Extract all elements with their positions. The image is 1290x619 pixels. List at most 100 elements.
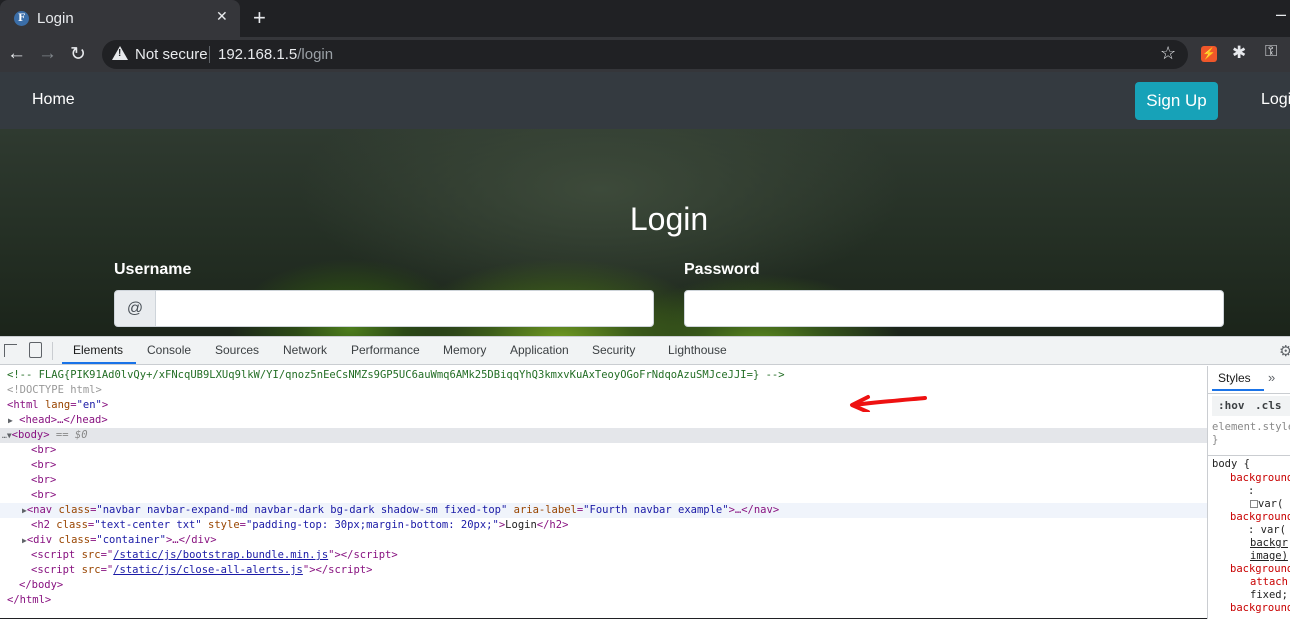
- style-prop[interactable]: background: [1230, 511, 1290, 524]
- selected-marker: == $0: [55, 429, 88, 441]
- username-input[interactable]: [155, 290, 654, 327]
- reload-icon[interactable]: ↻: [70, 43, 86, 66]
- dom-br-line[interactable]: <br>: [0, 443, 1207, 458]
- nav-class-value: "navbar navbar-expand-md navbar-dark bg-…: [96, 504, 508, 516]
- new-tab-icon[interactable]: +: [253, 5, 266, 31]
- h2-class-value: "text-center txt": [94, 519, 202, 531]
- style-prop[interactable]: attach: [1250, 576, 1288, 589]
- brave-extension-icon[interactable]: ⚡: [1201, 46, 1217, 62]
- html-lang-value: "en": [76, 399, 102, 411]
- extensions-puzzle-icon[interactable]: ✱: [1232, 43, 1246, 63]
- style-prop[interactable]: background: [1230, 602, 1290, 615]
- tab-application[interactable]: Application: [510, 343, 569, 357]
- script-src-link[interactable]: /static/js/bootstrap.bundle.min.js: [113, 549, 328, 561]
- style-value-text: var(: [1258, 498, 1284, 510]
- signup-button[interactable]: Sign Up: [1135, 82, 1218, 120]
- window-minimize-icon[interactable]: –: [1276, 4, 1286, 25]
- site-navbar: Home Sign Up Login: [0, 72, 1290, 129]
- url-path: /login: [297, 46, 334, 63]
- br-tag: <br>: [31, 459, 57, 471]
- security-label[interactable]: Not secure: [135, 46, 208, 63]
- br-tag: <br>: [31, 474, 57, 486]
- dom-script-line[interactable]: <script src="/static/js/close-all-alerts…: [0, 563, 1207, 578]
- page-viewport: Home Sign Up Login Login Username Passwo…: [0, 72, 1290, 336]
- tab-console[interactable]: Console: [147, 343, 191, 357]
- expand-triangle-icon[interactable]: ▶: [8, 416, 13, 425]
- warning-icon[interactable]: !: [112, 46, 128, 60]
- styles-rule-divider: [1208, 455, 1290, 456]
- tab-sources[interactable]: Sources: [215, 343, 259, 357]
- dom-body-close-line[interactable]: </body>: [0, 578, 1207, 593]
- browser-tab[interactable]: F Login ✕: [0, 0, 240, 37]
- dom-h2-line[interactable]: <h2 class="text-center txt" style="paddi…: [0, 518, 1207, 533]
- device-toolbar-icon[interactable]: [29, 342, 42, 358]
- dom-body-line-selected[interactable]: …▼<body> == $0: [0, 428, 1207, 443]
- style-value[interactable]: : var(: [1248, 524, 1286, 537]
- html-open-tag: <html: [7, 399, 39, 411]
- page-title: Login: [629, 201, 709, 237]
- body-rule-selector[interactable]: body {: [1212, 458, 1250, 471]
- tab-performance[interactable]: Performance: [351, 343, 420, 357]
- dom-br-line[interactable]: <br>: [0, 458, 1207, 473]
- address-bar[interactable]: ! Not secure 192.168.1.5/login ☆: [102, 40, 1188, 69]
- body-open-tag: <body>: [11, 429, 50, 441]
- flag-comment: <!-- FLAG{PIK91Ad0lvQy+/xFNcqUB9LXUq9lkW…: [7, 369, 785, 381]
- styles-pane: Styles » :hov .cls element.style { } bod…: [1207, 366, 1290, 619]
- style-value[interactable]: backgr: [1250, 537, 1288, 550]
- inspect-element-icon[interactable]: [4, 344, 17, 357]
- elements-dom-tree: <!-- FLAG{PIK91Ad0lvQy+/xFNcqUB9LXUq9lkW…: [0, 366, 1207, 619]
- tab-network[interactable]: Network: [283, 343, 327, 357]
- dom-div-line[interactable]: ▶<div class="container">…</div>: [0, 533, 1207, 548]
- style-value[interactable]: fixed;: [1250, 589, 1288, 602]
- color-swatch[interactable]: [1250, 500, 1258, 508]
- password-key-icon[interactable]: ⚿: [1265, 43, 1277, 61]
- br-tag: <br>: [31, 489, 57, 501]
- tab-close-icon[interactable]: ✕: [216, 8, 228, 25]
- dom-head-line[interactable]: ▶ <head>…</head>: [0, 413, 1207, 428]
- cls-toggle[interactable]: .cls: [1255, 399, 1282, 412]
- doctype-text: <!DOCTYPE html>: [7, 384, 102, 396]
- element-style-rule[interactable]: element.style {: [1212, 421, 1290, 434]
- tab-memory[interactable]: Memory: [443, 343, 486, 357]
- hero-background: Login Username Password @: [0, 129, 1290, 336]
- h2-text: Login: [505, 519, 537, 531]
- dom-html-line[interactable]: <html lang="en">: [0, 398, 1207, 413]
- html-lang-attr: lang: [44, 399, 71, 411]
- tab-security[interactable]: Security: [592, 343, 635, 357]
- nav-login-link[interactable]: Login: [1261, 91, 1290, 109]
- style-prop[interactable]: background: [1230, 563, 1290, 576]
- browser-tabstrip: F Login ✕ + –: [0, 0, 1290, 37]
- hov-toggle[interactable]: :hov: [1218, 399, 1245, 412]
- password-label: Password: [684, 261, 760, 278]
- script-src-link[interactable]: /static/js/close-all-alerts.js: [113, 564, 303, 576]
- styles-tab[interactable]: Styles: [1218, 371, 1251, 385]
- more-tabs-chevron-icon[interactable]: »: [1268, 370, 1275, 385]
- dom-br-line[interactable]: <br>: [0, 473, 1207, 488]
- expand-triangle-open-icon[interactable]: …▼: [2, 431, 12, 440]
- bookmark-star-icon[interactable]: ☆: [1160, 43, 1176, 64]
- html-close-tag: </html>: [7, 594, 52, 606]
- dom-script-line[interactable]: <script src="/static/js/bootstrap.bundle…: [0, 548, 1207, 563]
- tab-title: Login: [37, 10, 74, 27]
- tab-lighthouse[interactable]: Lighthouse: [668, 343, 727, 357]
- style-value[interactable]: image): [1250, 550, 1288, 563]
- dom-html-close-line[interactable]: </html>: [0, 593, 1207, 608]
- tab-elements[interactable]: Elements: [73, 343, 123, 357]
- forward-arrow-icon[interactable]: →: [38, 43, 57, 65]
- settings-gear-icon[interactable]: ⚙: [1279, 342, 1290, 360]
- dom-doctype-line[interactable]: <!DOCTYPE html>: [0, 383, 1207, 398]
- style-value[interactable]: var(: [1250, 498, 1283, 511]
- url-text[interactable]: 192.168.1.5/login: [218, 46, 333, 63]
- dom-comment-line[interactable]: <!-- FLAG{PIK91Ad0lvQy+/xFNcqUB9LXUq9lkW…: [0, 368, 1207, 383]
- back-arrow-icon[interactable]: ←: [7, 43, 26, 65]
- omnibox-divider: [209, 46, 210, 63]
- devtools-tabbar: Elements Console Sources Network Perform…: [0, 337, 1290, 365]
- dom-br-line[interactable]: <br>: [0, 488, 1207, 503]
- body-close-tag: </body>: [19, 579, 64, 591]
- dom-nav-line[interactable]: ▶<nav class="navbar navbar-expand-md nav…: [0, 503, 1207, 518]
- style-prop[interactable]: background: [1230, 472, 1290, 485]
- nav-home-link[interactable]: Home: [32, 91, 75, 109]
- password-input[interactable]: [684, 290, 1224, 327]
- h2-style-value: "padding-top: 30px;margin-bottom: 20px;": [245, 519, 499, 531]
- styles-tab-indicator: [1212, 389, 1264, 391]
